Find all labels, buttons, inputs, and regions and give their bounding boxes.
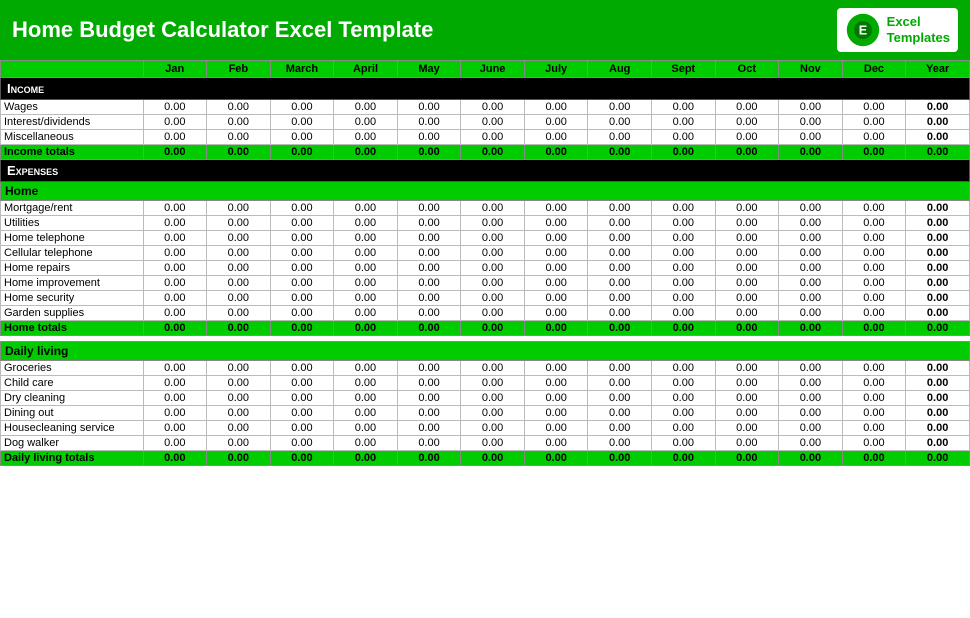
header-bar: Home Budget Calculator Excel Template E … <box>0 0 970 60</box>
expenses-section-header: Expenses <box>1 160 970 182</box>
expenses-label: Expenses <box>1 160 970 182</box>
cell[interactable]: 0.00 <box>143 100 207 115</box>
col-header-june: June <box>461 61 525 78</box>
table-row: Dining out 0.000.000.000.000.000.000.000… <box>1 406 970 421</box>
table-row: Interest/dividends 0.000.000.000.000.000… <box>1 115 970 130</box>
daily-living-totals-row: Daily living totals 0.000.000.000.000.00… <box>1 451 970 466</box>
table-row: Dog walker 0.000.000.000.000.000.000.000… <box>1 436 970 451</box>
table-row: Mortgage/rent 0.000.000.000.000.000.000.… <box>1 201 970 216</box>
daily-living-label: Daily living <box>1 342 970 361</box>
col-header-feb: Feb <box>207 61 271 78</box>
bottom-separator <box>1 466 970 472</box>
excel-logo-icon: E <box>845 12 881 48</box>
income-totals-row: Income totals 0.000.000.000.000.000.000.… <box>1 145 970 160</box>
logo-line1: Excel <box>887 14 950 30</box>
table-row: Child care 0.000.000.000.000.000.000.000… <box>1 376 970 391</box>
col-header-label <box>1 61 144 78</box>
table-row: Home telephone 0.000.000.000.000.000.000… <box>1 231 970 246</box>
col-header-year: Year <box>906 61 970 78</box>
table-row: Housecleaning service 0.000.000.000.000.… <box>1 421 970 436</box>
wages-label: Wages <box>1 100 144 115</box>
svg-text:E: E <box>858 24 866 38</box>
logo-line2: Templates <box>887 30 950 46</box>
home-subsection-header: Home <box>1 182 970 201</box>
table-row: Garden supplies 0.000.000.000.000.000.00… <box>1 306 970 321</box>
col-header-nov: Nov <box>779 61 843 78</box>
col-header-dec: Dec <box>842 61 906 78</box>
col-header-march: March <box>270 61 334 78</box>
table-row: Dry cleaning 0.000.000.000.000.000.000.0… <box>1 391 970 406</box>
table-row: Miscellaneous 0.000.000.000.000.000.000.… <box>1 130 970 145</box>
col-header-oct: Oct <box>715 61 779 78</box>
table-row: Groceries 0.000.000.000.000.000.000.000.… <box>1 361 970 376</box>
col-header-jan: Jan <box>143 61 207 78</box>
column-header-row: Jan Feb March April May June July Aug Se… <box>1 61 970 78</box>
income-totals-label: Income totals <box>1 145 144 160</box>
daily-living-subsection-header: Daily living <box>1 342 970 361</box>
table-row: Utilities 0.000.000.000.000.000.000.000.… <box>1 216 970 231</box>
income-section-header: Income <box>1 78 970 100</box>
table-row: Home security 0.000.000.000.000.000.000.… <box>1 291 970 306</box>
table-row: Cellular telephone 0.000.000.000.000.000… <box>1 246 970 261</box>
table-row: Home repairs 0.000.000.000.000.000.000.0… <box>1 261 970 276</box>
income-label: Income <box>1 78 970 100</box>
table-row: Wages 0.000.000.000.000.000.000.000.000.… <box>1 100 970 115</box>
col-header-aug: Aug <box>588 61 652 78</box>
logo-area: E Excel Templates <box>837 8 958 52</box>
col-header-july: July <box>524 61 588 78</box>
page-title: Home Budget Calculator Excel Template <box>12 17 433 43</box>
col-header-sept: Sept <box>652 61 716 78</box>
table-row: Home improvement 0.000.000.000.000.000.0… <box>1 276 970 291</box>
home-label: Home <box>1 182 970 201</box>
col-header-may: May <box>397 61 461 78</box>
budget-table: Jan Feb March April May June July Aug Se… <box>0 60 970 472</box>
interest-dividends-label: Interest/dividends <box>1 115 144 130</box>
home-totals-row: Home totals 0.000.000.000.000.000.000.00… <box>1 321 970 336</box>
col-header-april: April <box>334 61 398 78</box>
miscellaneous-label: Miscellaneous <box>1 130 144 145</box>
